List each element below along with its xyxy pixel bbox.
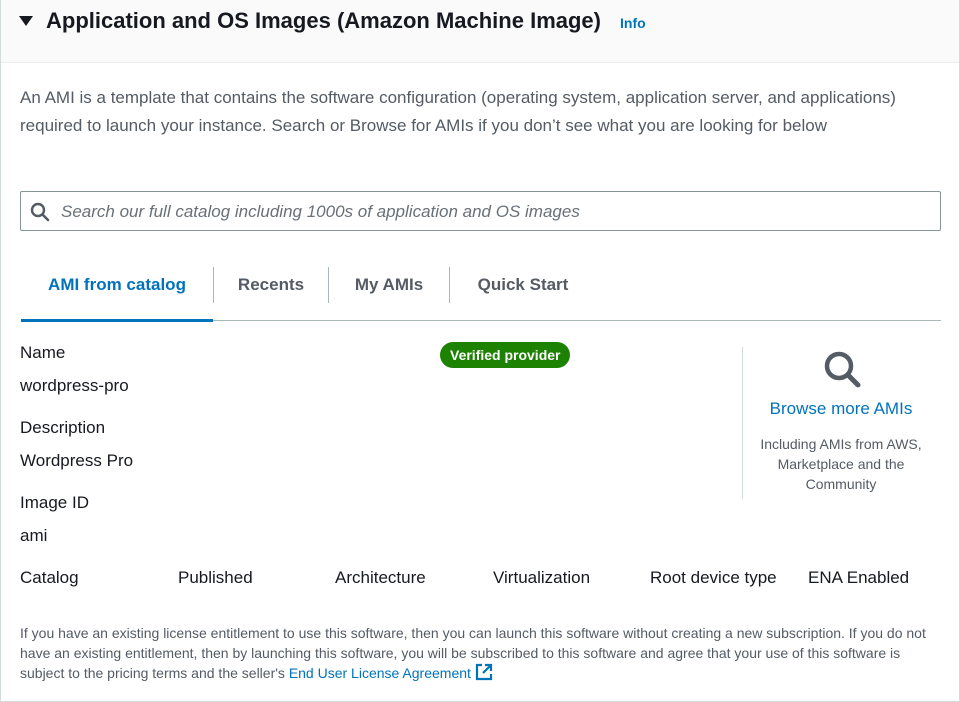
tab-recents[interactable]: Recents [214, 260, 328, 320]
tab-quick-start[interactable]: Quick Start [450, 260, 596, 320]
section-header: Application and OS Images (Amazon Machin… [1, 0, 959, 63]
meta-virtualization: Virtualization [493, 568, 591, 587]
description-label: Description [20, 418, 106, 437]
meta-architecture: Architecture [335, 568, 426, 587]
ami-section-panel: Application and OS Images (Amazon Machin… [0, 0, 960, 702]
name-value: wordpress-pro [20, 376, 129, 395]
section-title[interactable]: Application and OS Images (Amazon Machin… [46, 8, 601, 34]
name-label: Name [20, 343, 66, 362]
eula-link[interactable]: End User License Agreement [289, 665, 471, 681]
image-id-label: Image ID [20, 493, 89, 512]
caret-down-icon[interactable] [19, 16, 33, 26]
info-link[interactable]: Info [620, 15, 646, 31]
section-description: An AMI is a template that contains the s… [20, 88, 896, 135]
verified-provider-badge: Verified provider [440, 342, 571, 368]
browse-more-amis-link[interactable]: Browse more AMIs [743, 399, 939, 419]
ami-search-field[interactable]: Search our full catalog including 1000s … [20, 191, 941, 231]
tab-ami-from-catalog[interactable]: AMI from catalog [21, 260, 213, 322]
image-id-value: ami [20, 526, 48, 545]
meta-ena-enabled: ENA Enabled [808, 568, 910, 587]
meta-published: Published [178, 568, 253, 587]
tab-my-amis[interactable]: My AMIs [329, 260, 449, 320]
meta-catalog: Catalog [20, 568, 79, 587]
ami-tabs: AMI from catalog Recents My AMIs Quick S… [21, 260, 941, 322]
magnifier-icon[interactable] [822, 350, 862, 390]
external-link-icon[interactable] [475, 663, 493, 681]
license-notice: If you have an existing license entitlem… [20, 623, 945, 683]
search-icon [30, 202, 50, 222]
license-text: If you have an existing license entitlem… [20, 625, 926, 681]
search-placeholder[interactable]: Search our full catalog including 1000s … [61, 202, 580, 222]
browse-subtext: Including AMIs from AWS, Marketplace and… [760, 436, 922, 492]
meta-root-device-type: Root device type [650, 568, 777, 587]
description-value: Wordpress Pro [20, 451, 134, 470]
